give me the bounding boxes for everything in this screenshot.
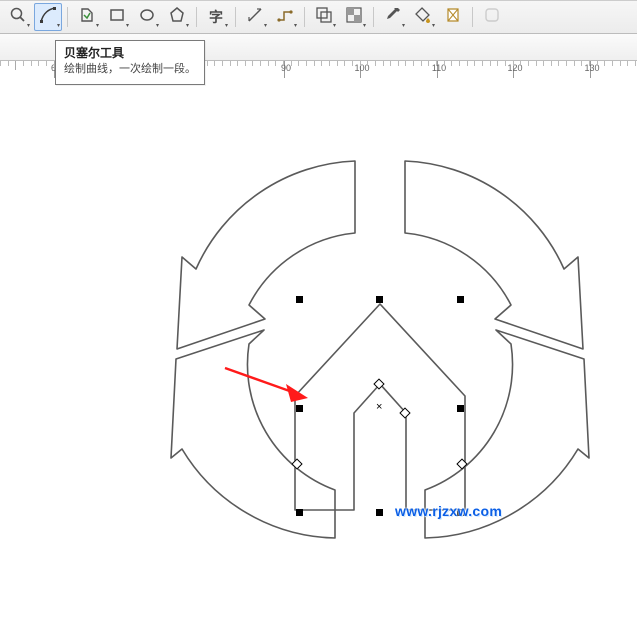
effects-icon — [315, 6, 333, 29]
selection-handle[interactable] — [457, 296, 464, 303]
selection-center-marker: × — [376, 401, 382, 413]
eyedropper-tool-button[interactable]: ▾ — [379, 3, 407, 31]
chevron-down-icon: ▾ — [225, 23, 228, 29]
main-toolbar: ▾ ▾ ▾ ▾ ▾ ▾ 字 ▾ ▾ ▾ ▾ ▾ — [0, 0, 637, 34]
selection-handle[interactable] — [296, 509, 303, 516]
chevron-down-icon: ▾ — [363, 23, 366, 29]
chevron-down-icon: ▾ — [402, 23, 405, 29]
rectangle-icon — [108, 6, 126, 29]
toolbar-separator — [235, 7, 236, 27]
interactive-fill-tool-button[interactable]: ▾ — [409, 3, 437, 31]
selection-handle[interactable] — [457, 405, 464, 412]
circle-icon — [483, 6, 501, 29]
selection-handle[interactable] — [296, 296, 303, 303]
text-icon: 字 — [209, 7, 223, 27]
bezier-tool-button[interactable]: ▾ — [34, 3, 62, 31]
magnifier-icon — [9, 6, 27, 29]
tool-tooltip: 贝塞尔工具 绘制曲线，一次绘制一段。 — [55, 40, 205, 85]
toolbar-separator — [373, 7, 374, 27]
connector-tool-button[interactable]: ▾ — [271, 3, 299, 31]
smart-fill-icon — [78, 6, 96, 29]
toolbar-separator — [304, 7, 305, 27]
ellipse-tool-button[interactable]: ▾ — [133, 3, 161, 31]
chevron-down-icon: ▾ — [333, 23, 336, 29]
selection-handle[interactable] — [296, 405, 303, 412]
chevron-down-icon: ▾ — [186, 23, 189, 29]
effects-tool-button[interactable]: ▾ — [310, 3, 338, 31]
selection-handle[interactable] — [376, 296, 383, 303]
chevron-down-icon: ▾ — [126, 23, 129, 29]
transparency-tool-button[interactable]: ▾ — [340, 3, 368, 31]
watermark-text: www.rjzxw.com — [395, 503, 502, 519]
connector-icon — [276, 6, 294, 29]
polygon-icon — [168, 6, 186, 29]
mesh-fill-tool-button[interactable] — [439, 3, 467, 31]
toolbar-separator — [472, 7, 473, 27]
tooltip-title: 贝塞尔工具 — [64, 45, 196, 62]
extra-tool-button — [478, 3, 506, 31]
dimension-tool-button[interactable]: ▾ — [241, 3, 269, 31]
tooltip-description: 绘制曲线，一次绘制一段。 — [64, 62, 196, 78]
ellipse-icon — [138, 6, 156, 29]
paint-bucket-icon — [414, 6, 432, 29]
smart-fill-tool-button[interactable]: ▾ — [73, 3, 101, 31]
chevron-down-icon: ▾ — [27, 23, 30, 29]
chevron-down-icon: ▾ — [156, 23, 159, 29]
toolbar-separator — [67, 7, 68, 27]
text-tool-button[interactable]: 字 ▾ — [202, 3, 230, 31]
drawing-canvas[interactable]: × www.rjzxw.com — [0, 78, 637, 624]
selection-handle[interactable] — [376, 509, 383, 516]
chevron-down-icon: ▾ — [96, 23, 99, 29]
chevron-down-icon: ▾ — [264, 23, 267, 29]
rectangle-tool-button[interactable]: ▾ — [103, 3, 131, 31]
mesh-fill-icon — [444, 6, 462, 29]
zoom-tool-button[interactable]: ▾ — [4, 3, 32, 31]
bezier-pen-icon — [39, 6, 57, 29]
chevron-down-icon: ▾ — [432, 23, 435, 29]
eyedropper-icon — [384, 6, 402, 29]
vector-artwork — [0, 78, 637, 624]
dimension-icon — [246, 6, 264, 29]
chevron-down-icon: ▾ — [57, 23, 60, 29]
transparency-icon — [345, 6, 363, 29]
toolbar-separator — [196, 7, 197, 27]
annotation-arrow-icon — [225, 368, 308, 402]
chevron-down-icon: ▾ — [294, 23, 297, 29]
polygon-tool-button[interactable]: ▾ — [163, 3, 191, 31]
